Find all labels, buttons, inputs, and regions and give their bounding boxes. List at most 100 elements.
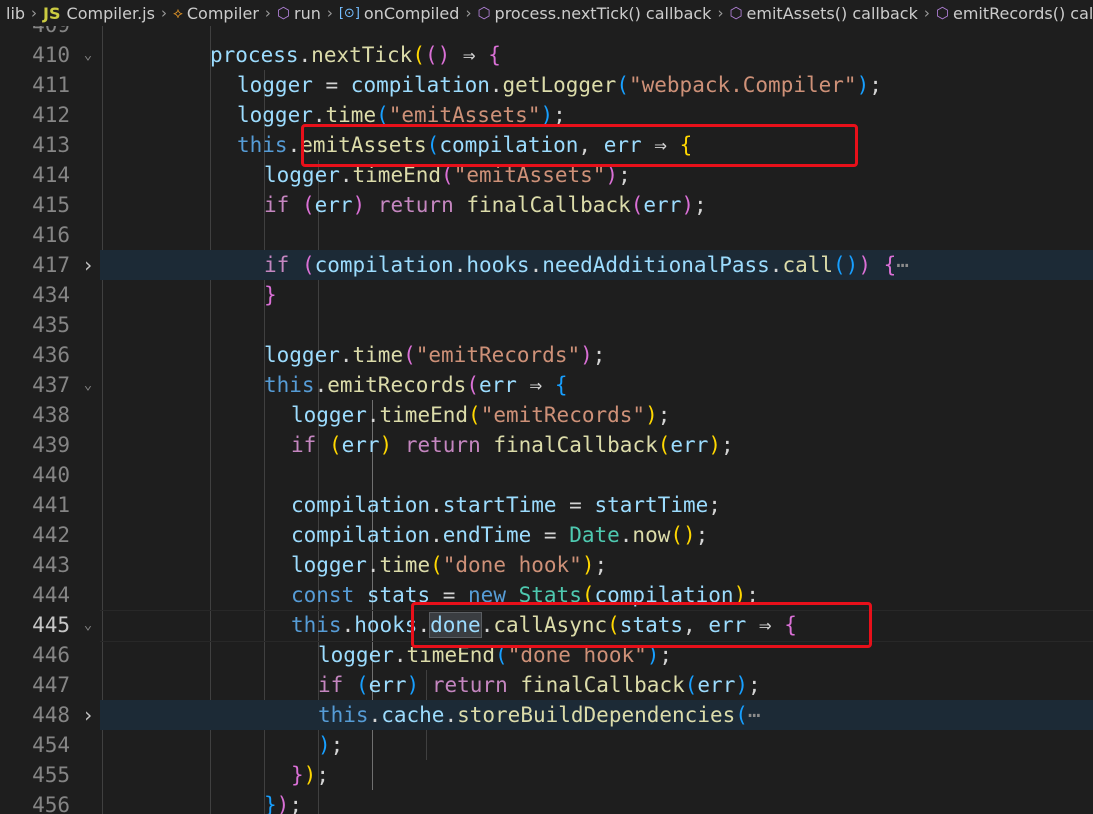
breadcrumb-item[interactable]: JS Compiler.js: [41, 4, 157, 23]
code-token: .: [444, 703, 458, 727]
code-token: Stats: [518, 583, 582, 607]
code-token: this: [237, 133, 288, 157]
code-token: (: [468, 403, 481, 427]
code-line[interactable]: 409: [0, 26, 1093, 40]
code-token: ;: [721, 433, 734, 457]
code-line[interactable]: 445 ⌄ this.hooks.done.callAsync(stats, err…: [0, 610, 1093, 640]
code-line[interactable]: 442 compilation.endTime = Date.now();: [0, 520, 1093, 550]
code-token: const: [291, 583, 355, 607]
chevron-right-icon: ›: [326, 4, 333, 22]
code-token: ;: [316, 763, 329, 787]
code-token: .: [619, 523, 633, 547]
js-file-icon: JS: [43, 3, 61, 23]
code-line[interactable]: 410 ⌄ process.nextTick(() ⇒ {: [0, 40, 1093, 70]
code-token: compilation: [291, 523, 431, 547]
code-token: (: [301, 253, 315, 277]
code-line[interactable]: 444 const stats = new Stats(compilation);: [0, 580, 1093, 610]
breadcrumb-item[interactable]: ⬡ emitAssets() callback: [727, 4, 919, 23]
code-token: (: [657, 433, 671, 457]
code-line[interactable]: 441 compilation.startTime = startTime;: [0, 490, 1093, 520]
code-line[interactable]: 416: [0, 220, 1093, 250]
code-token: .: [489, 73, 503, 97]
code-line[interactable]: 454);: [0, 730, 1093, 760]
breadcrumb-label: onCompiled: [363, 3, 460, 23]
code-line[interactable]: 417 › if (compilation.hooks.needAdditional…: [0, 250, 1093, 280]
code-token: ): [735, 673, 748, 697]
code-line[interactable]: 438 logger.timeEnd("emitRecords");: [0, 400, 1093, 430]
line-number: 413: [32, 133, 70, 157]
code-token: nextTick: [311, 43, 413, 67]
code-line[interactable]: 415 if (err) return finalCallback(err);: [0, 190, 1093, 220]
code-line[interactable]: 446 logger.timeEnd("done hook");: [0, 640, 1093, 670]
code-token: ): [605, 163, 619, 187]
breadcrumb-item[interactable]: ⬡ run: [275, 4, 323, 23]
code-line[interactable]: 448 › this.cache.storeBuildDependencies(⋯: [0, 700, 1093, 730]
code-token: ;: [553, 103, 566, 127]
fold-chevron-down-icon[interactable]: ⌄: [80, 610, 96, 640]
code-line[interactable]: 411 logger = compilation.getLogger("webpa…: [0, 70, 1093, 100]
code-token: err: [341, 433, 380, 457]
code-line[interactable]: 443 logger.time("done hook");: [0, 550, 1093, 580]
breadcrumb-item[interactable]: ⬡emitRecords() callback: [934, 4, 1093, 23]
code-token: logger: [237, 103, 313, 127]
code-token: ⇒: [641, 133, 680, 157]
code-text: logger.time("emitAssets");: [237, 100, 566, 130]
code-token: compilation: [439, 133, 579, 157]
code-line[interactable]: 436 logger.time("emitRecords");: [0, 340, 1093, 370]
line-number: 417: [32, 253, 70, 277]
code-token: this: [264, 373, 315, 397]
breadcrumb-item[interactable]: [⊙] onCompiled: [337, 4, 462, 23]
code-token: ): [645, 403, 658, 427]
code-token: .: [366, 553, 380, 577]
code-token: if: [318, 673, 344, 697]
breadcrumb-label: Compiler: [186, 3, 259, 23]
code-line[interactable]: 412 logger.time("emitAssets");: [0, 100, 1093, 130]
code-token: .: [430, 493, 443, 517]
code-line[interactable]: 434}: [0, 280, 1093, 310]
code-token: ;: [746, 583, 759, 607]
breadcrumb-label: run: [294, 3, 321, 23]
breadcrumb-item[interactable]: lib: [0, 4, 27, 23]
code-line[interactable]: 455});: [0, 760, 1093, 790]
code-token: ⋯: [747, 703, 761, 727]
code-token: ,: [578, 133, 604, 157]
code-line[interactable]: 414 logger.timeEnd("emitAssets");: [0, 160, 1093, 190]
code-token: "emitAssets": [388, 103, 541, 127]
code-token: ⇒: [450, 43, 489, 67]
code-token: ;: [289, 793, 302, 814]
code-line[interactable]: 439 if (err) return finalCallback(err);: [0, 430, 1093, 460]
line-number: 454: [32, 733, 70, 757]
fold-chevron-right-icon[interactable]: ›: [80, 700, 96, 730]
code-token: (: [355, 673, 369, 697]
code-token: this: [318, 703, 369, 727]
code-token: ): [646, 643, 660, 667]
breadcrumb-item[interactable]: ⟡ Compiler: [171, 4, 261, 23]
code-token: (: [466, 373, 479, 397]
code-token: time: [352, 343, 404, 367]
breadcrumb-item[interactable]: ⬡ process.nextTick() callback: [475, 4, 713, 23]
code-token: ,: [683, 613, 709, 637]
code-line[interactable]: 437 ⌄ this.emitRecords(err ⇒ {: [0, 370, 1093, 400]
code-text: process.nextTick(() ⇒ {: [210, 40, 501, 70]
code-line[interactable]: 447 if (err) return finalCallback(err);: [0, 670, 1093, 700]
code-token: ⇒: [516, 373, 555, 397]
code-text: this.emitAssets(compilation, err ⇒ {: [237, 130, 692, 160]
code-line[interactable]: 435: [0, 310, 1093, 340]
code-line[interactable]: 413 this.emitAssets(compilation, err ⇒ {: [0, 130, 1093, 160]
code-line[interactable]: 440: [0, 460, 1093, 490]
method-icon: ⬡: [729, 4, 743, 22]
code-token: logger: [318, 643, 394, 667]
code-token: ⇒: [746, 613, 785, 637]
code-token: stats: [366, 583, 431, 607]
code-text: if (err) return finalCallback(err);: [318, 670, 761, 700]
fold-chevron-down-icon[interactable]: ⌄: [80, 40, 96, 70]
code-token: now: [632, 523, 671, 547]
code-editor[interactable]: 409410⌄process.nextTick(() ⇒ {411logger …: [0, 26, 1093, 814]
fold-chevron-right-icon[interactable]: ›: [80, 250, 96, 280]
code-line[interactable]: 456});: [0, 790, 1093, 814]
chevron-right-icon: ›: [31, 4, 38, 22]
code-token: .: [287, 133, 301, 157]
fold-chevron-down-icon[interactable]: ⌄: [80, 370, 96, 400]
